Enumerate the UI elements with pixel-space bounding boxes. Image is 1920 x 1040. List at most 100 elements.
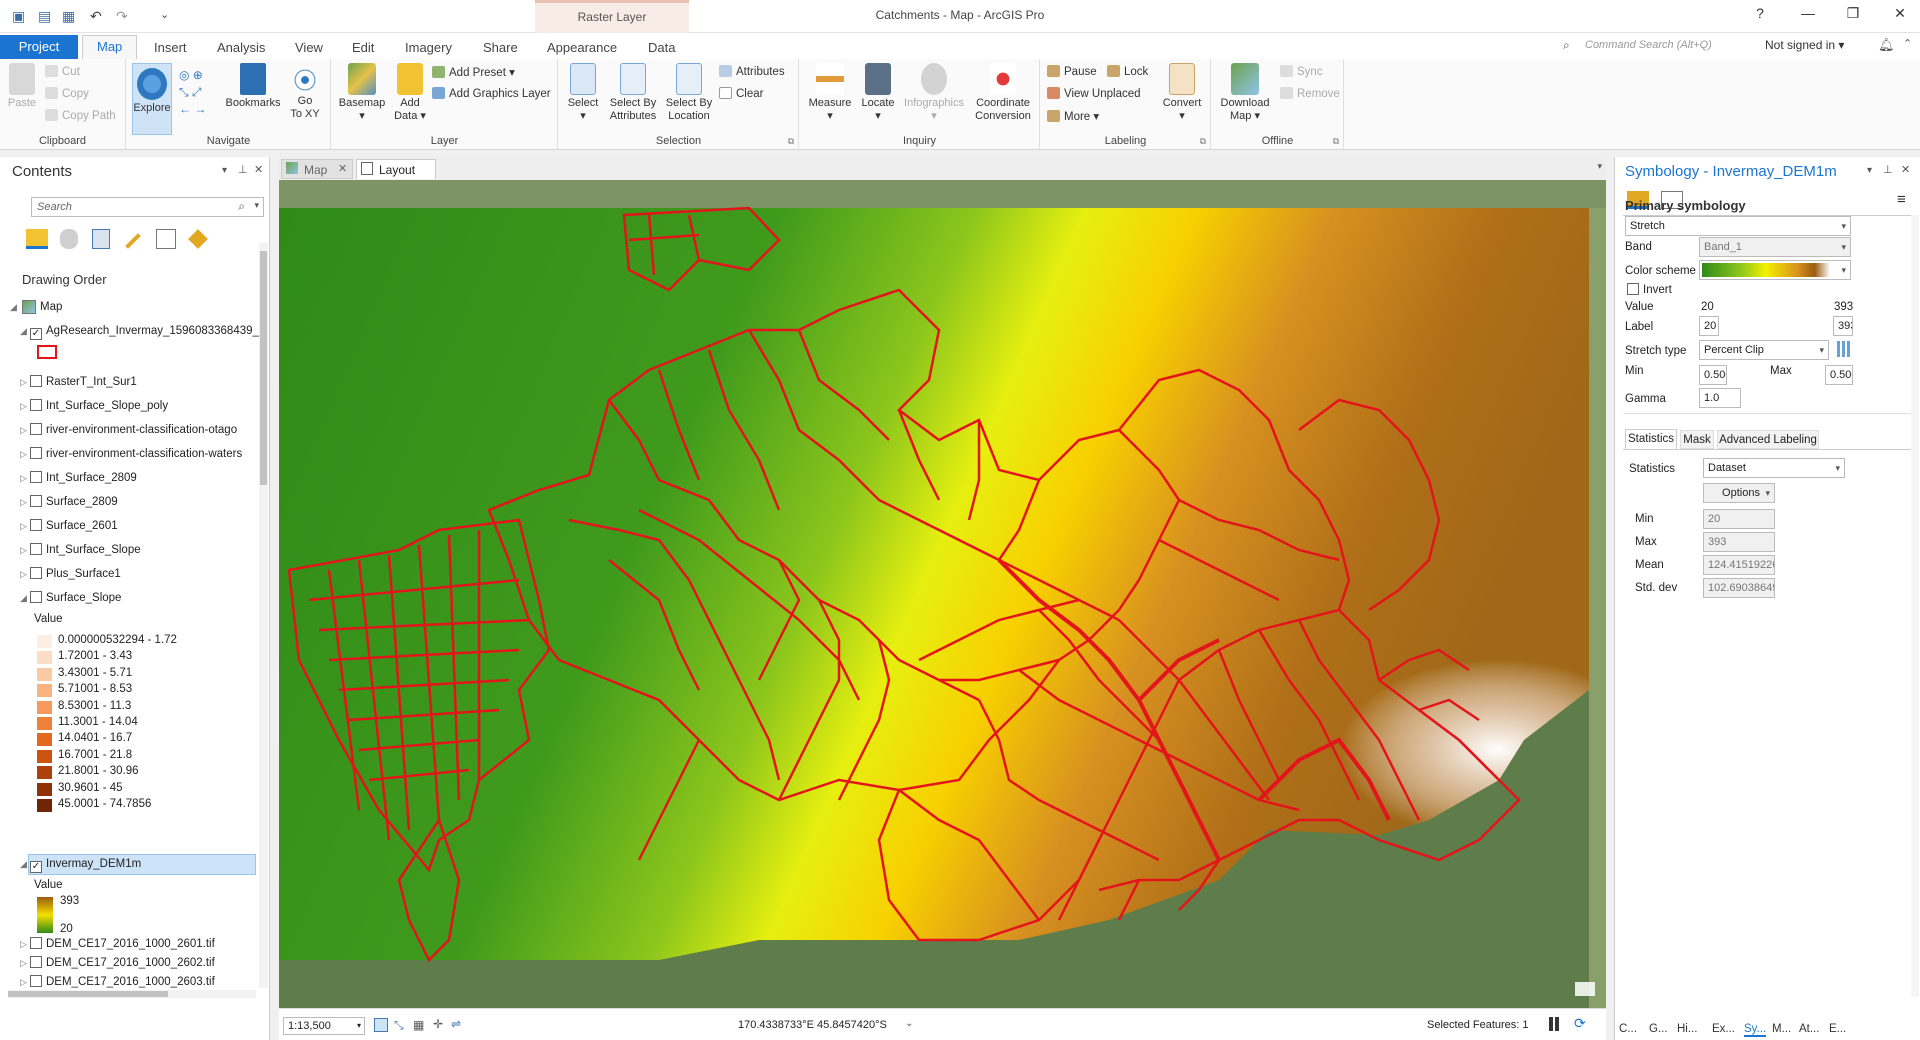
close-button[interactable]: ✕ — [1885, 5, 1915, 22]
legend-swatch[interactable] — [37, 799, 52, 812]
legend-swatch[interactable] — [37, 717, 52, 730]
selection-options-icon[interactable]: ⧉ — [788, 136, 794, 147]
measure-button[interactable]: Measure ▾ — [804, 63, 856, 123]
layer-item[interactable]: ▷ Int_Surface_2809 — [20, 471, 137, 484]
pane-tab[interactable]: At... — [1799, 1023, 1819, 1035]
labeling-more-button[interactable]: More ▾ — [1047, 109, 1099, 123]
add-graphics-layer-button[interactable]: Add Graphics Layer — [432, 87, 551, 100]
list-by-labeling-icon[interactable] — [188, 229, 208, 249]
layer-visibility-checkbox[interactable] — [30, 471, 42, 483]
layer-item[interactable]: ▷ river-environment-classification-otago — [20, 423, 237, 436]
chevron-down-icon[interactable]: ▾ — [254, 200, 259, 211]
tab-mask[interactable]: Mask — [1680, 430, 1714, 449]
layer-visibility-checkbox[interactable] — [30, 447, 42, 459]
new-project-icon[interactable]: ▣ — [12, 8, 25, 26]
offline-options-icon[interactable]: ⧉ — [1333, 136, 1339, 147]
basemap-button[interactable]: Basemap ▾ — [336, 63, 388, 123]
view-unplaced-button[interactable]: View Unplaced — [1047, 87, 1141, 100]
select-button[interactable]: Select ▾ — [563, 63, 603, 123]
legend-swatch[interactable] — [37, 635, 52, 648]
command-search-input[interactable]: Command Search (Alt+Q) — [1585, 39, 1785, 57]
layer-visibility-checkbox[interactable] — [30, 495, 42, 507]
layer-visibility-checkbox[interactable] — [30, 399, 42, 411]
tab-share[interactable]: Share — [483, 40, 518, 59]
redo-icon[interactable]: ↷ — [116, 8, 128, 26]
expand-icon[interactable]: ▷ — [20, 377, 30, 388]
tab-map-view[interactable]: Map ✕ — [281, 159, 353, 179]
remove-button[interactable]: Remove — [1280, 87, 1340, 100]
close-pane-icon[interactable]: ✕ — [254, 163, 263, 176]
open-project-icon[interactable]: ▤ — [38, 8, 51, 26]
table-icon[interactable]: ▦ — [413, 1018, 424, 1032]
coordinate-conversion-button[interactable]: Coordinate Conversion — [970, 63, 1036, 123]
collapse-icon[interactable]: ◢ — [20, 593, 30, 604]
undo-icon[interactable]: ↶ — [90, 8, 102, 26]
select-by-location-button[interactable]: Select By Location — [663, 63, 715, 123]
hscrollbar-thumb[interactable] — [8, 991, 168, 997]
navigation-tools-icon[interactable]: ◎ ⊕ ⤡ ⤢ ← → — [179, 67, 223, 117]
pane-tab[interactable]: Hi... — [1677, 1023, 1697, 1035]
selected-features-count[interactable]: Selected Features: 1 — [1427, 1019, 1529, 1031]
collapse-ribbon-icon[interactable]: ⌃ — [1903, 37, 1912, 50]
max-percent-input[interactable]: 0.500 — [1825, 365, 1853, 385]
layer-item[interactable]: ▷ Surface_2809 — [20, 495, 118, 508]
collapse-icon[interactable]: ◢ — [20, 859, 30, 870]
pane-tab[interactable]: C... — [1619, 1023, 1637, 1035]
expand-icon[interactable]: ▷ — [20, 401, 30, 412]
pane-menu-icon[interactable]: ▾ — [1867, 165, 1872, 176]
maximize-button[interactable]: ❐ — [1838, 5, 1868, 22]
infographics-button[interactable]: Infographics ▾ — [900, 63, 968, 123]
tab-list-icon[interactable]: ▾ — [1597, 161, 1602, 172]
statistics-dropdown[interactable]: Dataset ▾ — [1703, 458, 1845, 478]
label-max-input[interactable]: 393 — [1833, 316, 1853, 336]
layer-visibility-checkbox[interactable] — [30, 423, 42, 435]
save-icon[interactable]: ▦ — [62, 8, 75, 26]
refresh-icon[interactable]: ⇌ — [451, 1017, 461, 1031]
collapse-icon[interactable]: ◢ — [20, 326, 30, 337]
legend-swatch[interactable] — [37, 700, 52, 714]
min-percent-input[interactable]: 0.500 — [1699, 365, 1727, 385]
expand-icon[interactable]: ▷ — [20, 939, 30, 950]
notifications-icon[interactable]: 🔔︎ — [1878, 37, 1895, 53]
map-node[interactable]: ◢ Map — [10, 300, 62, 314]
layer-visibility-checkbox[interactable] — [30, 591, 42, 603]
tab-map[interactable]: Map — [82, 35, 138, 59]
map-notes-icon[interactable] — [1575, 982, 1595, 996]
download-map-button[interactable]: Download Map ▾ — [1216, 63, 1274, 123]
contents-scrollbar[interactable] — [259, 243, 268, 988]
locate-button[interactable]: Locate ▾ — [858, 63, 898, 123]
layer-item[interactable]: ▷ DEM_CE17_2016_1000_2603.tif — [20, 975, 215, 988]
paste-button[interactable]: Paste — [4, 63, 40, 110]
list-by-selection-icon[interactable] — [92, 229, 110, 249]
layer-item[interactable]: ▷ DEM_CE17_2016_1000_2601.tif — [20, 937, 215, 950]
convert-button[interactable]: Convert ▾ — [1159, 63, 1205, 123]
list-by-drawing-order-icon[interactable] — [26, 229, 48, 249]
gamma-input[interactable]: 1.0 — [1699, 388, 1741, 408]
tab-insert[interactable]: Insert — [154, 40, 187, 59]
list-by-snapping-icon[interactable] — [156, 229, 176, 249]
tab-layout-view[interactable]: Layout — [356, 159, 436, 179]
layer-visibility-checkbox[interactable]: ✓ — [30, 861, 42, 873]
expand-icon[interactable]: ▷ — [20, 977, 30, 988]
layer-item[interactable]: ◢ ✓ AgResearch_Invermay_1596083368439_ — [20, 325, 259, 340]
expand-icon[interactable]: ▷ — [20, 569, 30, 580]
layer-visibility-checkbox[interactable] — [30, 375, 42, 387]
expand-icon[interactable]: ▷ — [20, 473, 30, 484]
sign-in-status[interactable]: Not signed in ▾ — [1765, 38, 1875, 52]
layer-item-dem[interactable]: ◢ ✓ Invermay_DEM1m — [20, 858, 141, 873]
fixed-zoom-icon[interactable]: ⤡ — [394, 1018, 404, 1033]
dem-color-ramp[interactable] — [37, 897, 53, 933]
collapse-icon[interactable]: ◢ — [10, 302, 20, 313]
invert-checkbox-box[interactable] — [1627, 283, 1639, 295]
layer-visibility-checkbox[interactable] — [30, 543, 42, 555]
expand-icon[interactable]: ▷ — [20, 958, 30, 969]
go-to-xy-button[interactable]: Go To XY — [285, 63, 325, 121]
tab-project[interactable]: Project — [0, 35, 78, 59]
scale-selector[interactable]: 1:13,500 ▾ — [283, 1017, 365, 1035]
layer-item[interactable]: ▷ Int_Surface_Slope_poly — [20, 399, 168, 412]
polygon-symbol[interactable] — [37, 345, 57, 359]
layer-visibility-checkbox[interactable] — [30, 937, 42, 949]
stretch-type-dropdown[interactable]: Percent Clip ▾ — [1699, 340, 1829, 360]
layer-item[interactable]: ◢ Surface_Slope — [20, 591, 121, 604]
color-scheme-dropdown[interactable]: ▾ — [1699, 260, 1851, 280]
